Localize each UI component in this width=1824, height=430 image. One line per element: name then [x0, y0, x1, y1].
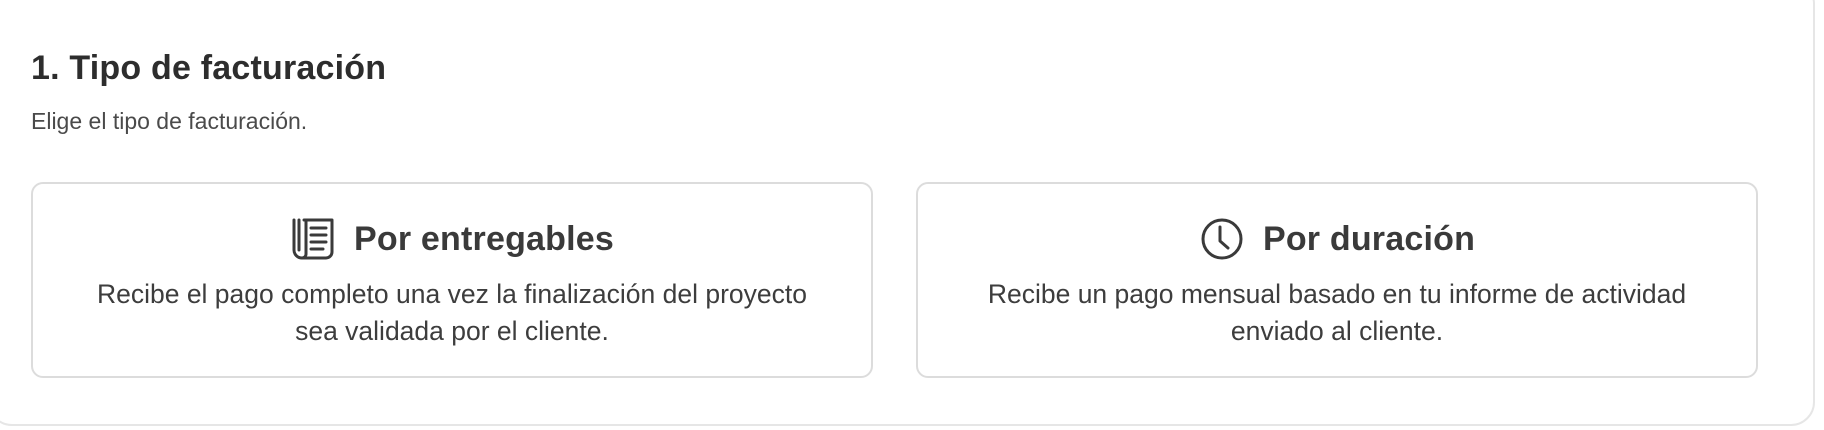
option-description: Recibe el pago completo una vez la final… [96, 279, 808, 346]
section-subtitle: Elige el tipo de facturación. [31, 108, 308, 134]
option-card-deliverables[interactable]: Por entregables Recibe el pago completo … [31, 182, 873, 378]
option-description: Recibe un pago mensual basado en tu info… [987, 279, 1687, 346]
option-card-header: Por entregables [33, 214, 871, 264]
section-title: 1. Tipo de facturación [31, 49, 387, 87]
clock-icon [1199, 216, 1245, 262]
billing-options: Por entregables Recibe el pago completo … [31, 182, 1758, 378]
option-title: Por entregables [354, 219, 614, 258]
option-card-header: Por duración [918, 214, 1756, 264]
document-list-icon [290, 216, 336, 262]
option-card-duration[interactable]: Por duración Recibe un pago mensual basa… [916, 182, 1758, 378]
option-title: Por duración [1262, 219, 1476, 258]
